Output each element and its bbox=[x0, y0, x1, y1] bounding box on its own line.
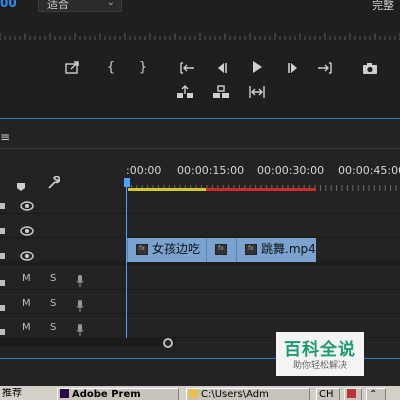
video-track-2 bbox=[0, 214, 400, 238]
playhead-line bbox=[126, 180, 127, 340]
mute-button[interactable]: M bbox=[22, 322, 31, 333]
go-to-in-icon bbox=[180, 62, 194, 74]
audio-track-1 bbox=[0, 266, 400, 290]
horizontal-scrollbar[interactable] bbox=[0, 338, 175, 346]
timecode-display[interactable]: 00 bbox=[0, 0, 17, 10]
trim-icon bbox=[249, 86, 265, 98]
fx-badge-icon: fx bbox=[245, 244, 257, 255]
lift-icon bbox=[177, 85, 193, 98]
program-monitor: 00 适合 ⌄ 完整 { } bbox=[0, 0, 400, 118]
mark-out-icon: } bbox=[138, 59, 148, 75]
timeline-time-ruler[interactable] bbox=[125, 176, 400, 191]
eye-icon[interactable] bbox=[20, 196, 34, 215]
step-forward-icon bbox=[288, 63, 297, 73]
sync-lock-icon[interactable] bbox=[0, 298, 6, 317]
chevron-up-icon: ⌃ bbox=[369, 389, 378, 400]
mic-icon[interactable] bbox=[76, 272, 84, 291]
taskbar-item-label: Adobe Prem bbox=[72, 389, 141, 400]
watermark-subtitle: 助你轻松解决 bbox=[292, 361, 347, 371]
tray-expand-button[interactable]: ⌃ bbox=[366, 388, 386, 400]
clip-3[interactable]: fx 跳舞.mp4 bbox=[236, 238, 316, 262]
go-to-out-icon bbox=[318, 62, 332, 74]
taskbar-item-label: 推荐 bbox=[2, 388, 22, 399]
play-button[interactable] bbox=[248, 59, 266, 75]
ime-icon bbox=[347, 389, 356, 398]
chevron-down-icon: ⌄ bbox=[106, 0, 115, 8]
audio-track-2 bbox=[0, 290, 400, 314]
go-to-in-button[interactable] bbox=[178, 60, 196, 76]
taskbar-item-label: C:\Users\Adm bbox=[201, 389, 269, 400]
camera-button[interactable] bbox=[361, 60, 379, 76]
fit-select-value: 适合 bbox=[47, 0, 69, 11]
language-indicator[interactable]: CH bbox=[316, 388, 340, 400]
language-label: CH bbox=[319, 389, 334, 400]
mute-button[interactable]: M bbox=[22, 273, 31, 284]
premiere-icon bbox=[60, 389, 69, 398]
mic-icon[interactable] bbox=[76, 297, 84, 316]
zoom-scroll-handle[interactable] bbox=[163, 338, 173, 348]
watermark: 百科全说 助你轻松解决 bbox=[276, 332, 364, 376]
eye-icon[interactable] bbox=[20, 246, 34, 265]
clip-label: 女孩边吃 bbox=[152, 242, 201, 256]
extract-button[interactable] bbox=[212, 84, 230, 100]
sync-lock-icon[interactable] bbox=[0, 196, 6, 215]
ime-button[interactable] bbox=[344, 388, 362, 400]
export-frame-icon bbox=[65, 61, 79, 74]
camera-icon bbox=[363, 63, 377, 74]
mark-in-button[interactable]: { bbox=[102, 59, 120, 75]
sync-lock-icon[interactable] bbox=[0, 246, 6, 265]
clip-1[interactable]: fx 女孩边吃 bbox=[127, 238, 206, 262]
watermark-title: 百科全说 bbox=[284, 340, 356, 360]
eye-icon[interactable] bbox=[20, 221, 34, 240]
av-divider bbox=[0, 263, 400, 265]
sync-lock-icon[interactable] bbox=[0, 273, 6, 292]
panel-focus-border bbox=[0, 118, 400, 119]
lift-button[interactable] bbox=[176, 84, 194, 100]
resolution-select[interactable]: 完整 bbox=[372, 0, 394, 13]
playhead-handle[interactable] bbox=[124, 178, 130, 187]
step-back-icon bbox=[218, 63, 227, 73]
monitor-ruler-ticks bbox=[0, 33, 400, 40]
mute-button[interactable]: M bbox=[22, 298, 31, 309]
taskbar-item-recommend[interactable]: 推荐 bbox=[0, 388, 52, 400]
export-frame-button[interactable] bbox=[64, 60, 82, 76]
step-forward-button[interactable] bbox=[284, 60, 302, 76]
clip-2[interactable]: fx bbox=[206, 238, 236, 262]
go-to-out-button[interactable] bbox=[316, 60, 334, 76]
fx-badge-icon: fx bbox=[136, 244, 148, 255]
trim-button[interactable] bbox=[248, 84, 266, 100]
solo-button[interactable]: S bbox=[50, 273, 56, 284]
clip-label: 跳舞.mp4 bbox=[261, 242, 316, 256]
fx-badge-icon: fx bbox=[215, 244, 227, 255]
solo-button[interactable]: S bbox=[50, 322, 56, 333]
taskbar-item-explorer[interactable]: C:\Users\Adm bbox=[186, 388, 310, 400]
solo-button[interactable]: S bbox=[50, 298, 56, 309]
extract-icon bbox=[213, 85, 229, 98]
fit-select[interactable]: 适合 ⌄ bbox=[38, 0, 122, 12]
step-back-button[interactable] bbox=[213, 60, 231, 76]
mark-in-icon: { bbox=[106, 59, 116, 75]
panel-menu-icon[interactable]: ≡ bbox=[0, 130, 10, 144]
monitor-time-ruler[interactable] bbox=[0, 26, 400, 40]
taskbar-item-premiere[interactable]: Adobe Prem bbox=[57, 388, 179, 400]
tab-divider bbox=[0, 148, 400, 149]
play-icon bbox=[253, 61, 262, 73]
video-track-3 bbox=[0, 190, 400, 214]
mark-out-button[interactable]: } bbox=[134, 59, 152, 75]
sync-lock-icon[interactable] bbox=[0, 221, 6, 240]
folder-icon bbox=[189, 389, 198, 398]
